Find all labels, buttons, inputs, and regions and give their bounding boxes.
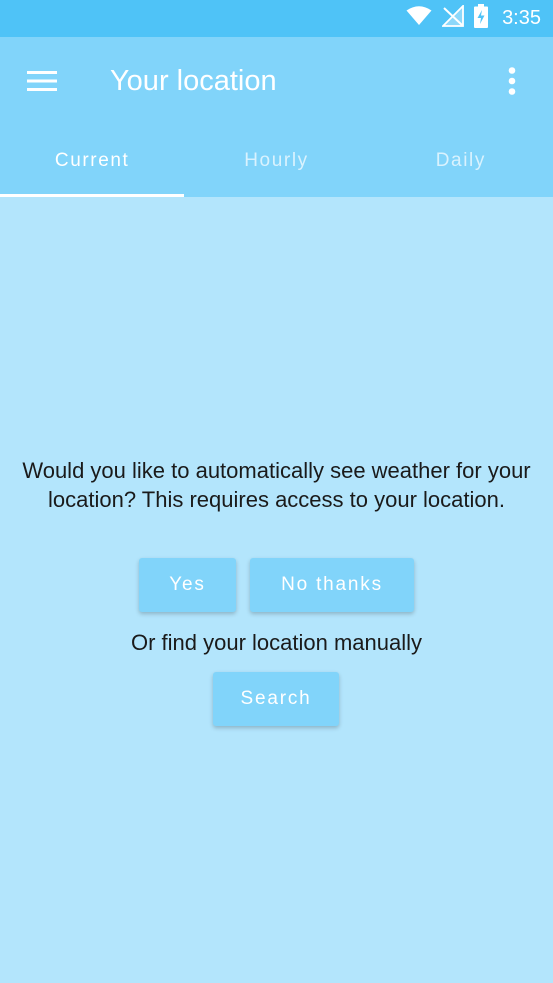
- more-vert-icon[interactable]: [499, 61, 525, 101]
- status-icons: 3:35: [406, 0, 541, 37]
- location-permission-prompt: Would you like to automatically see weat…: [22, 458, 531, 512]
- app-bar: Your location Current Hourly Daily: [0, 37, 553, 197]
- yes-button[interactable]: Yes: [139, 558, 236, 612]
- tab-current[interactable]: Current: [0, 124, 185, 197]
- page-title: Your location: [110, 65, 277, 97]
- battery-charging-icon: [474, 4, 489, 33]
- manual-location-text: Or find your location manually: [130, 630, 423, 655]
- tab-hourly[interactable]: Hourly: [184, 124, 368, 197]
- no-signal-icon: [440, 3, 464, 32]
- wifi-icon: [406, 6, 432, 31]
- menu-icon[interactable]: [20, 61, 64, 101]
- tab-daily[interactable]: Daily: [369, 124, 553, 197]
- status-bar: 3:35: [0, 0, 553, 37]
- search-button[interactable]: Search: [213, 672, 339, 726]
- no-thanks-button[interactable]: No thanks: [250, 558, 414, 612]
- tab-bar: Current Hourly Daily: [0, 124, 553, 197]
- status-time: 3:35: [502, 7, 541, 29]
